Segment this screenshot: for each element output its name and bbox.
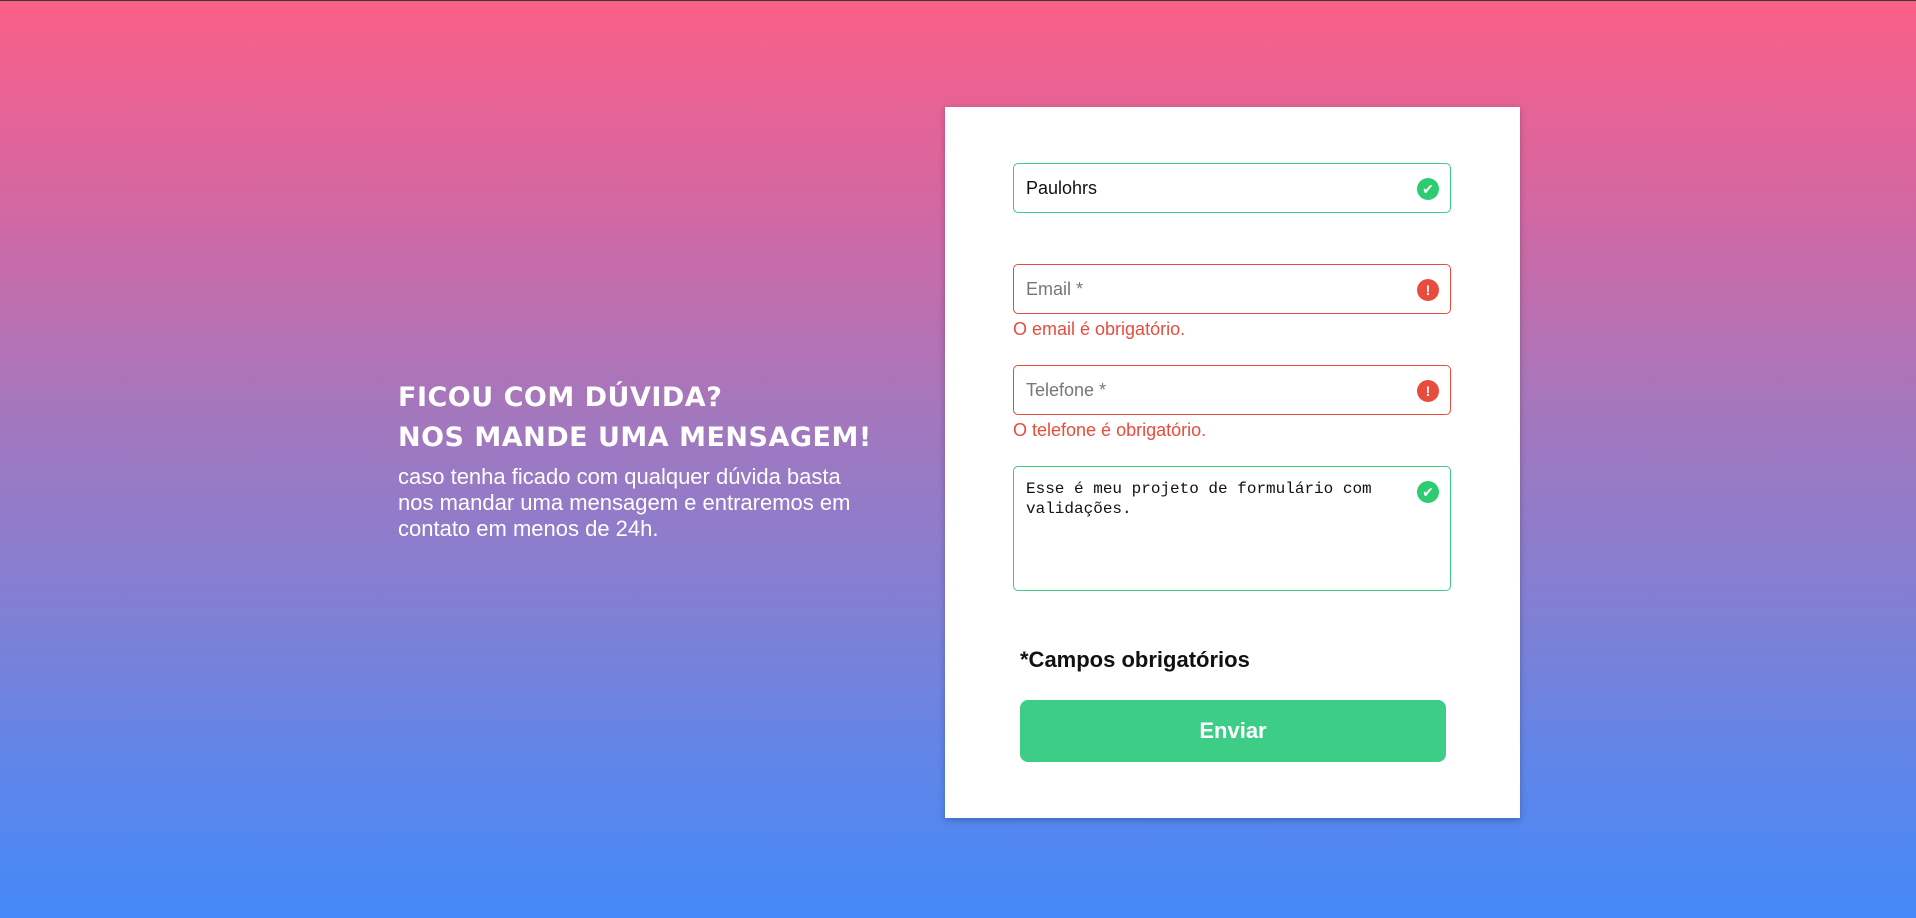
name-input[interactable] <box>1026 164 1406 212</box>
check-icon: ✔ <box>1417 178 1439 200</box>
phone-error-message: O telefone é obrigatório. <box>1013 420 1207 440</box>
alert-icon: ! <box>1417 279 1439 301</box>
required-fields-note: *Campos obrigatórios <box>1020 647 1250 672</box>
intro-heading-line2: NOS MANDE UMA MENSAGEM! <box>398 422 872 453</box>
intro-heading: FICOU COM DÚVIDA? NOS MANDE UMA MENSAGEM… <box>398 378 898 458</box>
submit-button[interactable]: Enviar <box>1020 700 1446 762</box>
phone-input[interactable] <box>1026 366 1406 414</box>
phone-field: ! <box>1013 365 1451 415</box>
message-textarea[interactable]: Esse é meu projeto de formulário com val… <box>1026 479 1406 579</box>
intro-heading-line1: FICOU COM DÚVIDA? <box>398 382 723 413</box>
intro-text: caso tenha ficado com qualquer dúvida ba… <box>398 464 851 541</box>
intro-section: FICOU COM DÚVIDA? NOS MANDE UMA MENSAGEM… <box>398 378 898 542</box>
alert-icon: ! <box>1417 380 1439 402</box>
message-field: Esse é meu projeto de formulário com val… <box>1013 466 1451 591</box>
name-field: ✔ <box>1013 163 1451 213</box>
email-error-message: O email é obrigatório. <box>1013 319 1186 339</box>
contact-form-card: ✔ ! O email é obrigatório. ! O telefone … <box>945 107 1520 818</box>
email-input[interactable] <box>1026 265 1406 313</box>
check-icon: ✔ <box>1417 481 1439 503</box>
email-field: ! <box>1013 264 1451 314</box>
